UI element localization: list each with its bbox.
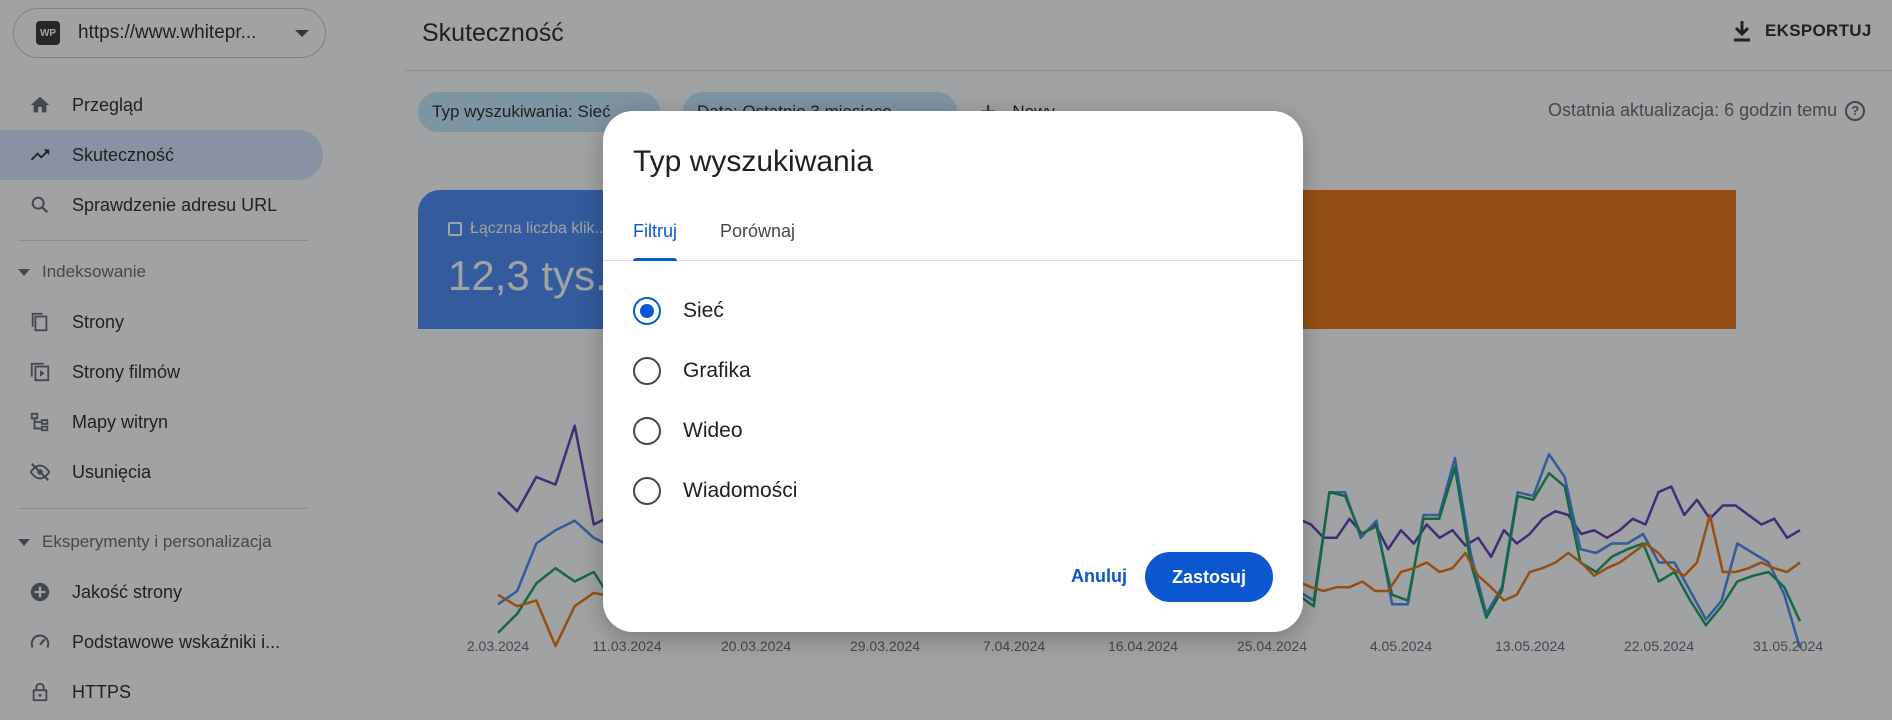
tab-compare[interactable]: Porównaj [720,221,795,261]
radio-checked-icon[interactable] [633,297,661,325]
radio-unchecked-icon[interactable] [633,417,661,445]
tab-filter[interactable]: Filtruj [633,221,677,261]
option-label: Grafika [683,359,751,382]
option-image[interactable]: Grafika [633,356,751,386]
option-news[interactable]: Wiadomości [633,476,797,506]
option-label: Wideo [683,419,743,442]
cancel-button[interactable]: Anuluj [1055,551,1143,601]
option-web[interactable]: Sieć [633,296,724,326]
dialog-tabs: Filtruj Porównaj [603,211,1303,261]
radio-unchecked-icon[interactable] [633,357,661,385]
dialog-title: Typ wyszukiwania [633,145,874,178]
option-label: Wiadomości [683,479,798,502]
option-label: Sieć [683,299,724,322]
option-video[interactable]: Wideo [633,416,743,446]
apply-button[interactable]: Zastosuj [1145,552,1273,602]
radio-unchecked-icon[interactable] [633,477,661,505]
search-type-dialog: Typ wyszukiwania Filtruj Porównaj Sieć G… [603,111,1303,632]
